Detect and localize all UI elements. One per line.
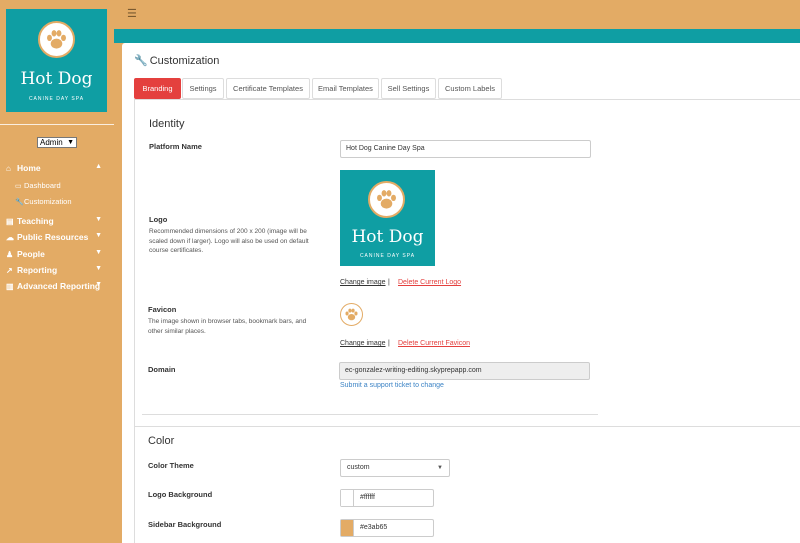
brand-name: Hot Dog xyxy=(20,69,93,89)
sidebar-item-label: Dashboard xyxy=(24,181,61,190)
top-bar: ☰ xyxy=(114,0,800,29)
platform-name-label: Platform Name xyxy=(149,142,202,151)
sidebar-item-label: Advanced Reporting xyxy=(17,281,101,291)
delete-logo-link[interactable]: Delete Current Logo xyxy=(398,279,461,286)
sidebar-item-label: Teaching xyxy=(17,216,54,226)
logo-background-swatch[interactable] xyxy=(341,490,354,506)
logo-background-label: Logo Background xyxy=(148,490,213,499)
monitor-icon: ▭ xyxy=(15,183,22,190)
book-icon: ▤ xyxy=(6,217,14,226)
favicon-label: Favicon xyxy=(148,305,177,314)
brand-tagline: CANINE DAY SPA xyxy=(28,96,85,102)
domain-input[interactable]: ec-gonzalez-writing-editing.skyprepapp.c… xyxy=(339,362,590,380)
logo-background-input[interactable]: #ffffff xyxy=(340,489,434,507)
color-theme-label: Color Theme xyxy=(148,461,194,470)
brand-logo[interactable]: Hot Dog CANINE DAY SPA xyxy=(6,9,107,112)
cloud-icon: ☁ xyxy=(6,233,14,242)
wrench-icon: 🔧 xyxy=(134,55,148,67)
delete-favicon-link[interactable]: Delete Current Favicon xyxy=(398,340,470,347)
platform-name-input[interactable]: Hot Dog Canine Day Spa xyxy=(340,140,591,158)
logo-preview-tagline: CANINE DAY SPA xyxy=(359,253,416,259)
sidebar-divider xyxy=(0,124,114,125)
bar-chart-icon: ▥ xyxy=(6,282,14,291)
chevron-up-icon: ▲ xyxy=(95,163,102,170)
home-icon: ⌂ xyxy=(6,164,11,173)
support-ticket-link[interactable]: Submit a support ticket to change xyxy=(340,382,444,389)
chevron-down-icon: ▼ xyxy=(95,232,102,239)
sidebar-item-label: Home xyxy=(17,163,41,173)
role-select[interactable]: Admin ▼ xyxy=(37,137,77,148)
role-select-value: Admin xyxy=(40,138,63,147)
tab-branding[interactable]: Branding xyxy=(134,78,181,99)
page-title-text: Customization xyxy=(149,55,220,67)
logo-label: Logo xyxy=(149,215,168,224)
change-logo-link[interactable]: Change image xyxy=(340,279,386,286)
favicon-help-text: The image shown in browser tabs, bookmar… xyxy=(148,318,307,335)
wrench-icon: 🔧 xyxy=(15,199,24,206)
logo-preview-name: Hot Dog xyxy=(351,227,424,247)
chevron-down-icon: ▼ xyxy=(437,465,443,471)
paw-icon xyxy=(368,181,405,218)
line-chart-icon: ↗ xyxy=(6,266,13,275)
sidebar-item-home[interactable]: ⌂ Home ▲ xyxy=(6,163,106,173)
favicon-links-separator: | xyxy=(388,340,390,347)
sidebar-item-label: People xyxy=(17,249,45,259)
chevron-down-icon: ▼ xyxy=(95,265,102,272)
header-strip xyxy=(114,29,800,43)
page-title: 🔧 Customization xyxy=(134,54,219,67)
domain-label: Domain xyxy=(148,365,176,374)
sidebar-item-public-resources[interactable]: ☁ Public Resources ▼ xyxy=(6,232,106,242)
tab-email-templates[interactable]: Email Templates xyxy=(312,78,379,99)
main-panel: 🔧 Customization Branding Settings Certifi… xyxy=(122,43,800,543)
color-theme-value: custom xyxy=(347,464,370,471)
sidebar-background-label: Sidebar Background xyxy=(148,520,222,529)
chevron-down-icon: ▼ xyxy=(95,216,102,223)
logo-help-text: Recommended dimensions of 200 x 200 (ima… xyxy=(149,228,309,254)
sidebar-item-teaching[interactable]: ▤ Teaching ▼ xyxy=(6,216,106,226)
color-theme-select[interactable]: custom ▼ xyxy=(340,459,450,477)
logo-links-separator: | xyxy=(388,279,390,286)
section-divider xyxy=(134,426,800,427)
sidebar-background-value: #e3ab65 xyxy=(360,524,388,531)
tab-sell-settings[interactable]: Sell Settings xyxy=(381,78,436,99)
person-icon: ♟ xyxy=(6,250,14,259)
identity-heading: Identity xyxy=(149,118,185,130)
logo-preview: Hot Dog CANINE DAY SPA xyxy=(340,170,435,266)
sidebar-item-label: Public Resources xyxy=(17,232,89,242)
tab-custom-labels[interactable]: Custom Labels xyxy=(438,78,502,99)
favicon-preview xyxy=(340,303,363,326)
logo-background-value: #ffffff xyxy=(360,494,375,501)
tab-certificate-templates[interactable]: Certificate Templates xyxy=(226,78,310,99)
sidebar-item-label: Reporting xyxy=(17,265,58,275)
change-favicon-link[interactable]: Change image xyxy=(340,340,386,347)
chevron-down-icon: ▼ xyxy=(67,139,74,146)
hamburger-menu-icon[interactable]: ☰ xyxy=(127,7,137,20)
paw-icon xyxy=(340,303,363,326)
section-divider xyxy=(142,414,598,415)
chevron-down-icon: ▼ xyxy=(95,281,102,288)
paw-icon xyxy=(38,21,75,58)
sidebar: Hot Dog CANINE DAY SPA Admin ▼ ⌂ Home ▲ ▭… xyxy=(0,0,114,543)
sidebar-item-people[interactable]: ♟ People ▼ xyxy=(6,249,106,259)
sidebar-item-reporting[interactable]: ↗ Reporting ▼ xyxy=(6,265,106,275)
tab-settings[interactable]: Settings xyxy=(182,78,224,99)
chevron-down-icon: ▼ xyxy=(95,249,102,256)
sidebar-item-dashboard[interactable]: ▭ Dashboard xyxy=(15,181,61,190)
sidebar-item-advanced-reporting[interactable]: ▥ Advanced Reporting ▼ xyxy=(6,281,106,291)
color-heading: Color xyxy=(148,435,175,447)
sidebar-background-swatch[interactable] xyxy=(341,520,354,536)
sidebar-background-input[interactable]: #e3ab65 xyxy=(340,519,434,537)
sidebar-item-customization[interactable]: 🔧Customization xyxy=(15,197,72,206)
sidebar-item-label: Customization xyxy=(24,197,72,206)
